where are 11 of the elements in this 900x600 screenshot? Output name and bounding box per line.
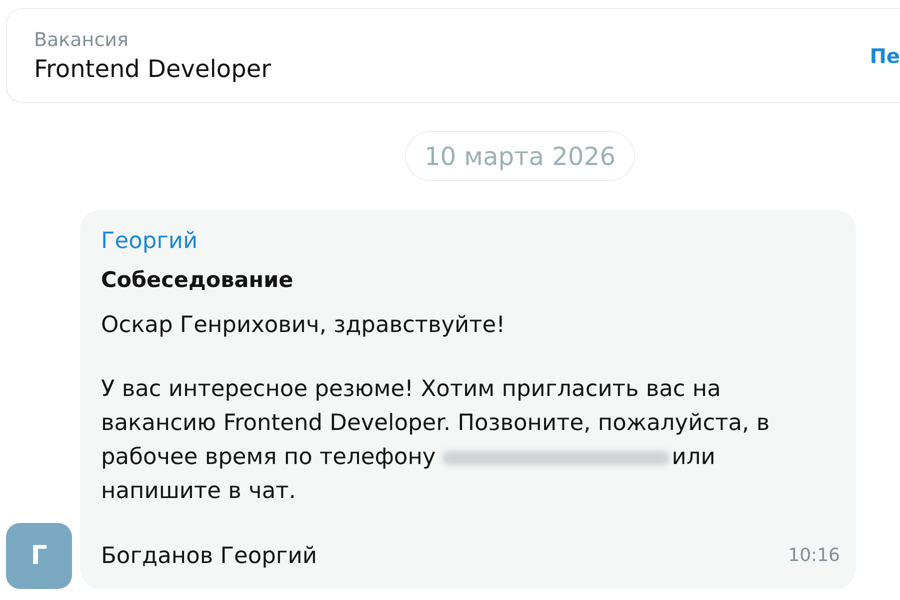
avatar: Г [6, 523, 72, 589]
vacancy-title: Frontend Developer [34, 54, 271, 84]
message-greeting: Оскар Генрихович, здравствуйте! [101, 311, 506, 340]
message-text: У вас интересное резюме! Хотим пригласить вас на вакансию Frontend Developer. Позвоните, пожалуйста, в рабочее время по телефону или напишите в чат. [101, 375, 771, 506]
vacancy-label: Вакансия [34, 28, 130, 52]
message-subject: Собеседование [101, 267, 294, 295]
date-divider: 10 марта 2026 [405, 131, 635, 181]
message-time: 10:16 [788, 544, 840, 568]
message-signature: Богданов Георгий [101, 542, 317, 571]
vacancy-link[interactable]: Пе [870, 44, 900, 68]
message-author: Георгий [101, 227, 199, 256]
